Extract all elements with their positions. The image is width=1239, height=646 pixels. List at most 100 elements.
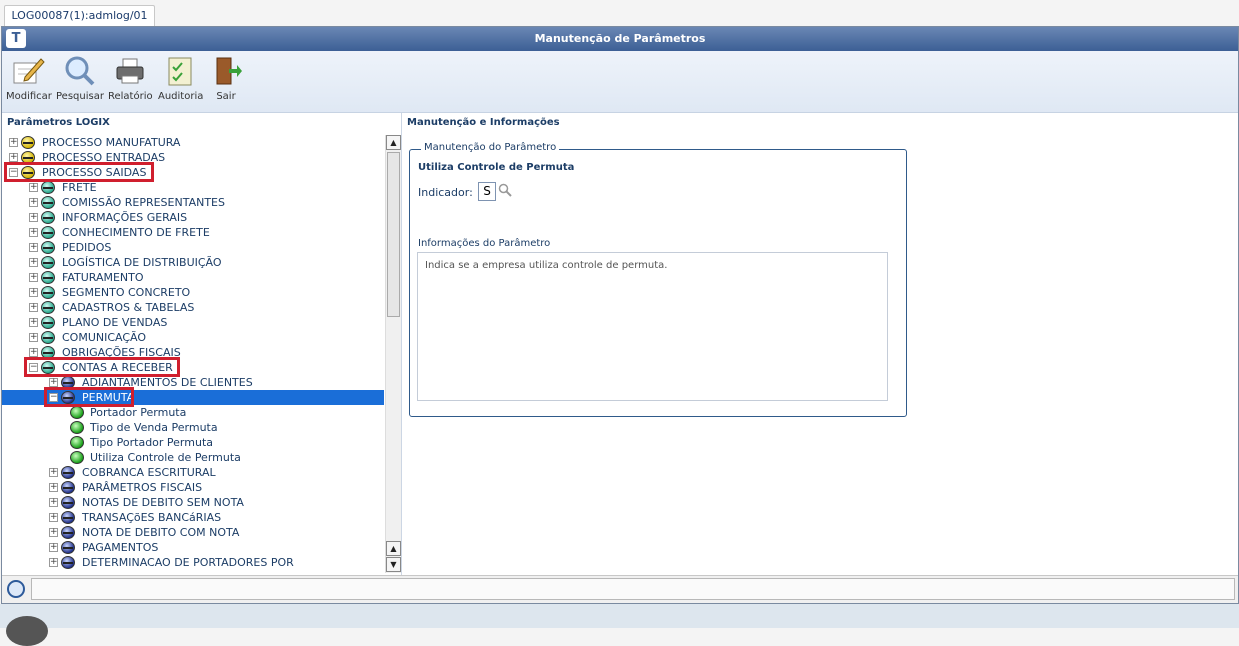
indicador-label: Indicador: bbox=[418, 186, 473, 199]
sair-button[interactable]: Sair bbox=[208, 55, 244, 109]
yellow-node-icon bbox=[21, 136, 35, 149]
status-globe-icon[interactable] bbox=[7, 580, 25, 598]
expand-icon[interactable]: + bbox=[49, 498, 58, 507]
tree-scrollbar[interactable]: ▲ ▲ ▼ bbox=[385, 135, 401, 573]
tree-node[interactable]: + PLANO DE VENDAS bbox=[2, 315, 384, 330]
modificar-button[interactable]: Modificar bbox=[6, 55, 52, 109]
tree-node[interactable]: Portador Permuta bbox=[2, 405, 384, 420]
tab-log00087[interactable]: LOG00087(1):admlog/01 bbox=[4, 5, 155, 27]
expand-icon[interactable]: + bbox=[49, 558, 58, 567]
auditoria-button[interactable]: Auditoria bbox=[158, 55, 203, 109]
tree-node[interactable]: + COMUNICAÇÃO bbox=[2, 330, 384, 345]
tree-node-label: PARÂMETROS FISCAIS bbox=[82, 481, 203, 494]
tree-node[interactable]: Tipo Portador Permuta bbox=[2, 435, 384, 450]
tree-node-label: DETERMINACAO DE PORTADORES POR bbox=[82, 556, 294, 569]
expand-icon[interactable]: + bbox=[29, 213, 38, 222]
tree-node[interactable]: + NOTAS DE DEBITO SEM NOTA bbox=[2, 495, 384, 510]
tree-node[interactable]: + PROCESSO MANUFATURA bbox=[2, 135, 384, 150]
tree-node-label: COMUNICAÇÃO bbox=[62, 331, 147, 344]
navy-node-icon bbox=[61, 526, 75, 539]
tree-node[interactable]: + PEDIDOS bbox=[2, 240, 384, 255]
tree-node[interactable]: + CONHECIMENTO DE FRETE bbox=[2, 225, 384, 240]
expand-icon[interactable]: + bbox=[29, 258, 38, 267]
tree-node[interactable]: + COBRANCA ESCRITURAL bbox=[2, 465, 384, 480]
tree-node[interactable]: + PARÂMETROS FISCAIS bbox=[2, 480, 384, 495]
expand-icon[interactable]: + bbox=[29, 198, 38, 207]
indicador-search-icon[interactable] bbox=[498, 183, 512, 197]
tree-panel-title: Parâmetros LOGIX bbox=[7, 117, 110, 128]
tree-panel: Parâmetros LOGIX + PROCESSO MANUFATURA + PR… bbox=[2, 113, 402, 575]
tree-node-label: PEDIDOS bbox=[62, 241, 112, 254]
expand-icon[interactable]: + bbox=[49, 468, 58, 477]
tree-node[interactable]: + CADASTROS & TABELAS bbox=[2, 300, 384, 315]
taskbar-button-icon[interactable] bbox=[6, 616, 48, 646]
parameter-group: Manutenção do Parâmetro Utiliza Controle… bbox=[409, 142, 907, 417]
tree-node-label: TRANSAÇõES BANCáRIAS bbox=[82, 511, 222, 524]
expand-icon[interactable]: + bbox=[49, 528, 58, 537]
teal-node-icon bbox=[41, 301, 55, 314]
expand-icon[interactable]: + bbox=[49, 513, 58, 522]
tree-node-label: LOGÍSTICA DE DISTRIBUIÇÃO bbox=[62, 256, 222, 269]
expand-icon[interactable]: + bbox=[9, 153, 18, 162]
tree-node[interactable]: + INFORMAÇÕES GERAIS bbox=[2, 210, 384, 225]
tree-node[interactable]: + LOGÍSTICA DE DISTRIBUIÇÃO bbox=[2, 255, 384, 270]
expand-icon[interactable]: + bbox=[29, 318, 38, 327]
tree-node[interactable]: + DETERMINACAO DE PORTADORES POR bbox=[2, 555, 384, 570]
tree-node[interactable]: + COMISSÃO REPRESENTANTES bbox=[2, 195, 384, 210]
tree-node-label: CONHECIMENTO DE FRETE bbox=[62, 226, 210, 239]
tree-node[interactable]: + TRANSAÇõES BANCáRIAS bbox=[2, 510, 384, 525]
tree-node-label: SEGMENTO CONCRETO bbox=[62, 286, 191, 299]
group-legend: Manutenção do Parâmetro bbox=[421, 142, 560, 153]
teal-node-icon bbox=[41, 211, 55, 224]
teal-node-icon bbox=[41, 256, 55, 269]
tree-node-label: COBRANCA ESCRITURAL bbox=[82, 466, 216, 479]
expand-icon[interactable]: + bbox=[49, 543, 58, 552]
expand-icon[interactable]: + bbox=[29, 303, 38, 312]
expand-icon[interactable]: + bbox=[29, 288, 38, 297]
exit-door-icon bbox=[216, 57, 242, 85]
tree-node[interactable]: + FRETE bbox=[2, 180, 384, 195]
tree-node-label: NOTAS DE DEBITO SEM NOTA bbox=[82, 496, 244, 509]
tree-node-label: INFORMAÇÕES GERAIS bbox=[62, 211, 188, 224]
expand-icon[interactable]: + bbox=[29, 228, 38, 237]
info-textarea[interactable]: Indica se a empresa utiliza controle de … bbox=[417, 252, 888, 401]
expand-icon[interactable]: + bbox=[49, 378, 58, 387]
expand-icon[interactable]: + bbox=[29, 183, 38, 192]
expand-icon[interactable]: + bbox=[29, 243, 38, 252]
tree-node[interactable]: + PAGAMENTOS bbox=[2, 540, 384, 555]
tree-node[interactable]: + NOTA DE DEBITO COM NOTA bbox=[2, 525, 384, 540]
tree-node-label: Tipo de Venda Permuta bbox=[90, 421, 218, 434]
scroll-down-button[interactable]: ▼ bbox=[386, 557, 401, 572]
tree-node[interactable]: + FATURAMENTO bbox=[2, 270, 384, 285]
scroll-thumb[interactable] bbox=[387, 152, 400, 317]
expand-icon[interactable]: + bbox=[29, 273, 38, 282]
indicador-field[interactable]: S bbox=[478, 182, 496, 201]
expand-icon[interactable]: + bbox=[29, 333, 38, 342]
green-leaf-icon bbox=[70, 451, 84, 464]
navy-node-icon bbox=[61, 541, 75, 554]
tree-node[interactable]: + SEGMENTO CONCRETO bbox=[2, 285, 384, 300]
taskbar-strip bbox=[0, 604, 1239, 628]
tree-node-label: PROCESSO MANUFATURA bbox=[42, 136, 181, 149]
expand-icon[interactable]: + bbox=[9, 138, 18, 147]
app-logo-icon[interactable]: T bbox=[6, 29, 26, 48]
navy-node-icon bbox=[61, 466, 75, 479]
pesquisar-button[interactable]: Pesquisar bbox=[56, 55, 104, 109]
toolbar: Modificar Pesquisar Relatório Auditoria … bbox=[2, 51, 1238, 113]
green-leaf-icon bbox=[70, 436, 84, 449]
right-panel-title: Manutenção e Informações bbox=[407, 117, 560, 128]
relatorio-button[interactable]: Relatório bbox=[108, 55, 153, 109]
tree-node[interactable]: Tipo de Venda Permuta bbox=[2, 420, 384, 435]
expand-icon[interactable]: + bbox=[49, 483, 58, 492]
navy-node-icon bbox=[61, 496, 75, 509]
status-field bbox=[31, 578, 1235, 600]
parameter-tree[interactable]: + PROCESSO MANUFATURA + PROCESSO ENTRADAS − P… bbox=[2, 135, 384, 573]
scroll-up-button-2[interactable]: ▲ bbox=[386, 541, 401, 556]
tree-node-label: COMISSÃO REPRESENTANTES bbox=[62, 196, 225, 209]
tree-node-label: CADASTROS & TABELAS bbox=[62, 301, 195, 314]
tree-node[interactable]: Utiliza Controle de Permuta bbox=[2, 450, 384, 465]
navy-node-icon bbox=[61, 481, 75, 494]
expand-icon[interactable]: + bbox=[29, 348, 38, 357]
scroll-up-button[interactable]: ▲ bbox=[386, 135, 401, 150]
info-label: Informações do Parâmetro bbox=[418, 238, 551, 249]
